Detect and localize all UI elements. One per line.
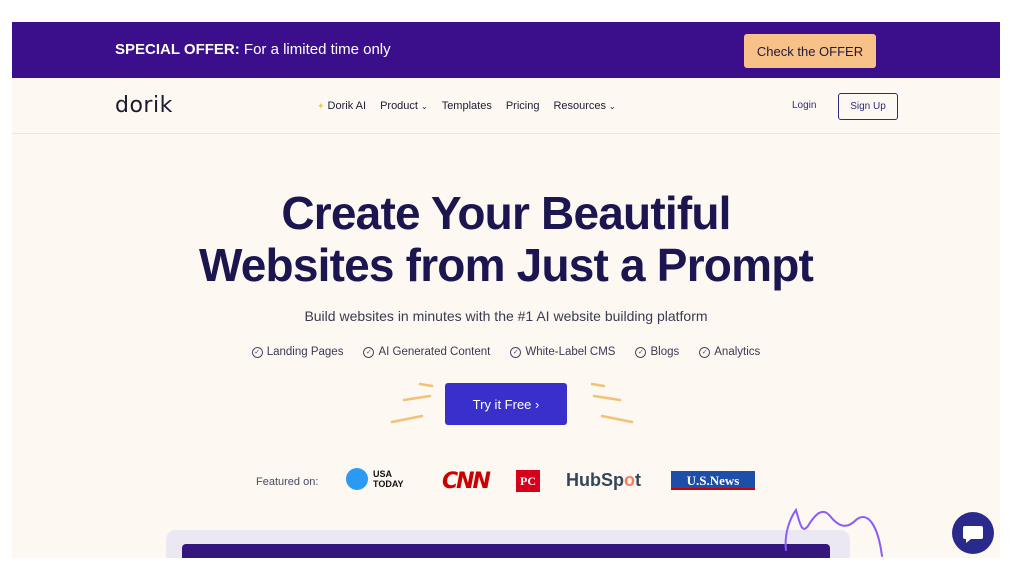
nav-item-resources[interactable]: Resources ⌄ bbox=[553, 100, 615, 112]
usa-today-logo: USA TODAY bbox=[346, 468, 404, 490]
check-circle-icon: ✓ bbox=[635, 346, 647, 358]
chat-bubble-icon bbox=[963, 526, 983, 543]
check-circle-icon: ✓ bbox=[510, 346, 522, 358]
sparkle-icon: ✦ bbox=[317, 100, 325, 111]
usa-today-dot bbox=[346, 468, 368, 490]
promo-message: For a limited time only bbox=[239, 41, 391, 58]
hubspot-text: HubSp bbox=[566, 470, 624, 490]
feature-label: Landing Pages bbox=[266, 346, 344, 358]
nav-item-pricing[interactable]: Pricing bbox=[506, 100, 540, 112]
check-circle-icon: ✓ bbox=[251, 346, 263, 358]
pc-magazine-logo: PC bbox=[516, 470, 540, 492]
nav-links: ✦ Dorik AI Product ⌄ Templates Pricing R… bbox=[317, 100, 616, 112]
us-news-logo: U.S.News bbox=[671, 471, 755, 490]
featured-on-label: Featured on: bbox=[256, 476, 319, 488]
decorative-rays-right bbox=[590, 382, 634, 424]
nav-item-label: Resources bbox=[553, 100, 607, 112]
hero-headline-line2: Websites from Just a Prompt bbox=[198, 239, 814, 291]
feature-item: ✓ Analytics bbox=[699, 346, 760, 358]
nav-item-product[interactable]: Product ⌄ bbox=[380, 100, 428, 112]
hubspot-sprocket: o bbox=[624, 470, 635, 490]
chevron-down-icon: ⌄ bbox=[420, 101, 428, 111]
product-preview-screen bbox=[182, 544, 830, 558]
login-link[interactable]: Login bbox=[792, 100, 816, 111]
check-offer-button[interactable]: Check the OFFER bbox=[744, 34, 876, 68]
feature-item: ✓ AI Generated Content bbox=[363, 346, 490, 358]
chevron-down-icon: ⌄ bbox=[609, 101, 616, 111]
usa-today-line2: TODAY bbox=[373, 479, 404, 489]
feature-label: Blogs bbox=[650, 346, 680, 358]
dorik-logo[interactable]: dorik bbox=[115, 93, 173, 118]
promo-bar: SPECIAL OFFER: For a limited time only C… bbox=[12, 22, 1000, 78]
sign-up-button[interactable]: Sign Up bbox=[838, 93, 898, 120]
nav-item-label: Dorik AI bbox=[327, 100, 367, 112]
nav-item-templates[interactable]: Templates bbox=[442, 100, 492, 112]
usa-today-wordmark: USA TODAY bbox=[373, 469, 404, 489]
promo-bold: SPECIAL OFFER: bbox=[115, 41, 240, 58]
cnn-logo: CNN bbox=[442, 469, 491, 494]
feature-label: White-Label CMS bbox=[525, 346, 616, 358]
nav-item-label: Templates bbox=[441, 100, 492, 112]
feature-label: Analytics bbox=[714, 346, 761, 358]
chat-widget-button[interactable] bbox=[952, 512, 994, 554]
hubspot-logo: HubSpot bbox=[566, 470, 641, 491]
decorative-rays-left bbox=[390, 382, 434, 424]
check-circle-icon: ✓ bbox=[699, 346, 711, 358]
feature-list: ✓ Landing Pages ✓ AI Generated Content ✓ Wh… bbox=[12, 346, 1000, 358]
nav-item-label: Pricing bbox=[505, 100, 540, 112]
try-it-free-button[interactable]: Try it Free › bbox=[445, 383, 567, 425]
feature-item: ✓ Landing Pages bbox=[251, 346, 344, 358]
page-frame: SPECIAL OFFER: For a limited time only C… bbox=[12, 22, 1000, 558]
hero-headline-line1: Create Your Beautiful bbox=[281, 187, 731, 239]
hero-subtitle: Build websites in minutes with the #1 AI… bbox=[304, 308, 708, 324]
feature-item: ✓ Blogs bbox=[635, 346, 679, 358]
nav-item-label: Product bbox=[380, 100, 418, 112]
feature-item: ✓ White-Label CMS bbox=[510, 346, 615, 358]
top-nav: dorik ✦ Dorik AI Product ⌄ Templates Pri… bbox=[12, 78, 1000, 134]
usa-today-line1: USA bbox=[373, 469, 393, 479]
hubspot-text-end: t bbox=[635, 470, 641, 490]
nav-item-dorik-ai[interactable]: ✦ Dorik AI bbox=[317, 100, 366, 112]
check-circle-icon: ✓ bbox=[363, 346, 375, 358]
promo-text: SPECIAL OFFER: For a limited time only bbox=[115, 41, 391, 58]
decorative-scribble bbox=[784, 507, 883, 557]
feature-label: AI Generated Content bbox=[378, 346, 491, 358]
